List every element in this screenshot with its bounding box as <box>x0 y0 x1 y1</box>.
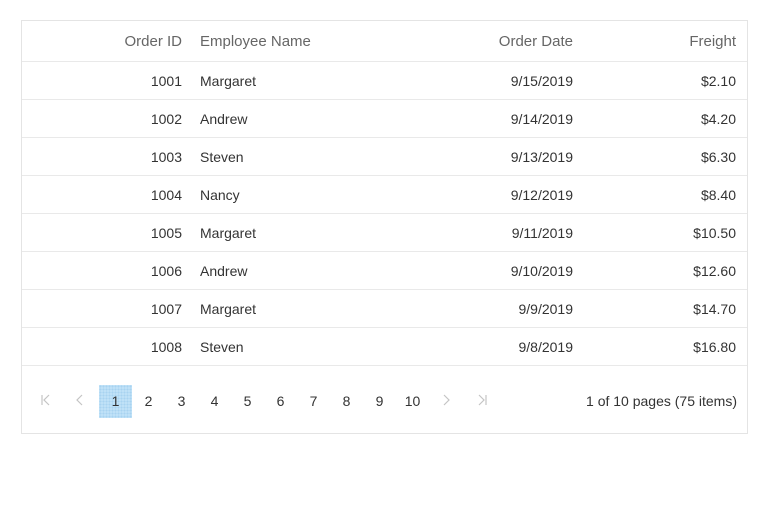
order-date-cell: 9/11/2019 <box>511 224 573 241</box>
pager-info: 1 of 10 pages (75 items) <box>586 393 737 409</box>
order-id-cell: 1006 <box>150 262 182 279</box>
page-button-9[interactable]: 9 <box>363 385 396 418</box>
page-button-7[interactable]: 7 <box>297 385 330 418</box>
order-id-cell: 1001 <box>150 72 182 89</box>
employee-name-cell: Nancy <box>200 186 240 203</box>
page-button-2[interactable]: 2 <box>132 385 165 418</box>
order-id-cell: 1007 <box>150 300 182 317</box>
table-row[interactable]: 1006 Andrew 9/10/2019 $12.60 <box>22 252 747 290</box>
first-page-icon[interactable] <box>38 392 54 408</box>
order-date-cell: 9/12/2019 <box>510 186 573 203</box>
page-button-5[interactable]: 5 <box>231 385 264 418</box>
employee-name-cell: Steven <box>200 148 244 165</box>
order-id-cell: 1004 <box>150 186 182 203</box>
order-date-cell: 9/13/2019 <box>510 148 573 165</box>
freight-cell: $14.70 <box>693 300 736 317</box>
freight-cell: $12.60 <box>693 262 736 279</box>
freight-cell: $10.50 <box>693 224 736 241</box>
table-row[interactable]: 1007 Margaret 9/9/2019 $14.70 <box>22 290 747 328</box>
employee-name-cell: Andrew <box>200 110 248 127</box>
order-date-cell: 9/15/2019 <box>510 72 573 89</box>
table-row[interactable]: 1002 Andrew 9/14/2019 $4.20 <box>22 100 747 138</box>
freight-cell: $2.10 <box>700 72 736 89</box>
last-page-icon[interactable] <box>474 392 490 408</box>
column-header-freight[interactable]: Freight <box>573 33 736 50</box>
column-header-order-date[interactable]: Order Date <box>371 33 573 50</box>
freight-cell: $6.30 <box>700 148 736 165</box>
page-button-1[interactable]: 1 <box>99 385 132 418</box>
table-row[interactable]: 1001 Margaret 9/15/2019 $2.10 <box>22 62 747 100</box>
employee-name-cell: Margaret <box>200 224 257 241</box>
freight-cell: $4.20 <box>700 110 736 127</box>
order-date-cell: 9/10/2019 <box>510 262 573 279</box>
order-id-cell: 1002 <box>150 110 182 127</box>
page-button-10[interactable]: 10 <box>396 385 429 418</box>
pager: 1 2 3 4 5 6 7 8 9 10 1 of 10 pages (75 i… <box>22 366 747 433</box>
order-id-cell: 1005 <box>150 224 182 241</box>
page-button-3[interactable]: 3 <box>165 385 198 418</box>
table-row[interactable]: 1005 Margaret 9/11/2019 $10.50 <box>22 214 747 252</box>
employee-name-cell: Margaret <box>200 300 257 317</box>
order-date-cell: 9/9/2019 <box>518 300 574 317</box>
freight-cell: $16.80 <box>693 338 736 355</box>
employee-name-cell: Andrew <box>200 262 248 279</box>
grid-header: Order ID Employee Name Order Date Freigh… <box>22 21 747 62</box>
column-header-employee-name[interactable]: Employee Name <box>191 33 371 50</box>
table-row[interactable]: 1003 Steven 9/13/2019 $6.30 <box>22 138 747 176</box>
employee-name-cell: Margaret <box>200 72 257 89</box>
page-button-6[interactable]: 6 <box>264 385 297 418</box>
table-row[interactable]: 1004 Nancy 9/12/2019 $8.40 <box>22 176 747 214</box>
page-button-8[interactable]: 8 <box>330 385 363 418</box>
table-row[interactable]: 1008 Steven 9/8/2019 $16.80 <box>22 328 747 366</box>
order-date-cell: 9/14/2019 <box>510 110 573 127</box>
data-grid: Order ID Employee Name Order Date Freigh… <box>21 20 748 434</box>
order-id-cell: 1003 <box>150 148 182 165</box>
freight-cell: $8.40 <box>700 186 736 203</box>
previous-page-icon[interactable] <box>72 392 88 408</box>
order-date-cell: 9/8/2019 <box>518 338 574 355</box>
page-button-4[interactable]: 4 <box>198 385 231 418</box>
order-id-cell: 1008 <box>150 338 182 355</box>
column-header-order-id[interactable]: Order ID <box>22 33 191 50</box>
employee-name-cell: Steven <box>200 338 244 355</box>
next-page-icon[interactable] <box>438 392 454 408</box>
